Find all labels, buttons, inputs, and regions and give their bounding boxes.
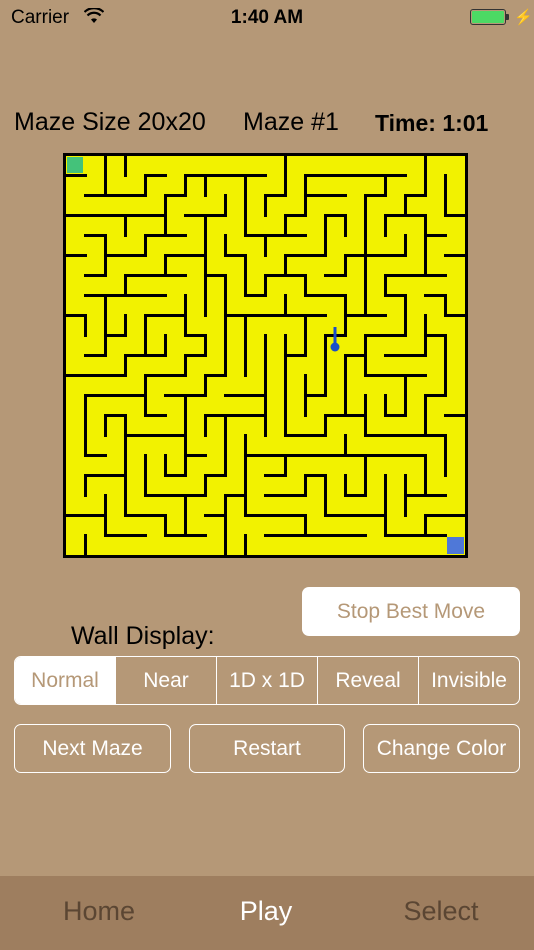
status-time: 1:40 AM	[230, 7, 304, 28]
wall-display-invisible[interactable]: Invisible	[418, 657, 519, 704]
maze-number-label: Maze #1	[243, 108, 339, 136]
status-bar: Carrier 1:40 AM ⚡	[0, 0, 534, 38]
wall-display-label: Wall Display:	[71, 622, 215, 650]
maze-timer: Time: 1:01	[375, 110, 489, 136]
restart-button[interactable]: Restart	[189, 724, 345, 773]
wall-display-normal[interactable]: Normal	[15, 657, 115, 704]
battery-tip	[506, 14, 509, 20]
change-color-button[interactable]: Change Color	[363, 724, 520, 773]
tab-select[interactable]: Select	[342, 896, 534, 927]
wall-display-near[interactable]: Near	[115, 657, 216, 704]
maze-walls	[64, 154, 467, 557]
wall-display-reveal[interactable]: Reveal	[317, 657, 418, 704]
maze-goal-cell	[447, 537, 464, 554]
tab-play[interactable]: Play	[167, 896, 365, 927]
next-maze-button[interactable]: Next Maze	[14, 724, 171, 773]
maze-size-label: Maze Size 20x20	[14, 108, 206, 136]
wall-display-1dx1d[interactable]: 1D x 1D	[216, 657, 317, 704]
maze-start-cell	[67, 157, 83, 173]
stop-best-move-button[interactable]: Stop Best Move	[302, 587, 520, 636]
charging-bolt-icon: ⚡	[514, 9, 533, 26]
wall-display-control: Normal Near 1D x 1D Reveal Invisible	[14, 656, 520, 705]
maze-board[interactable]	[63, 153, 468, 558]
tab-bar: Home Play Select	[0, 876, 534, 950]
battery-icon	[470, 9, 506, 25]
